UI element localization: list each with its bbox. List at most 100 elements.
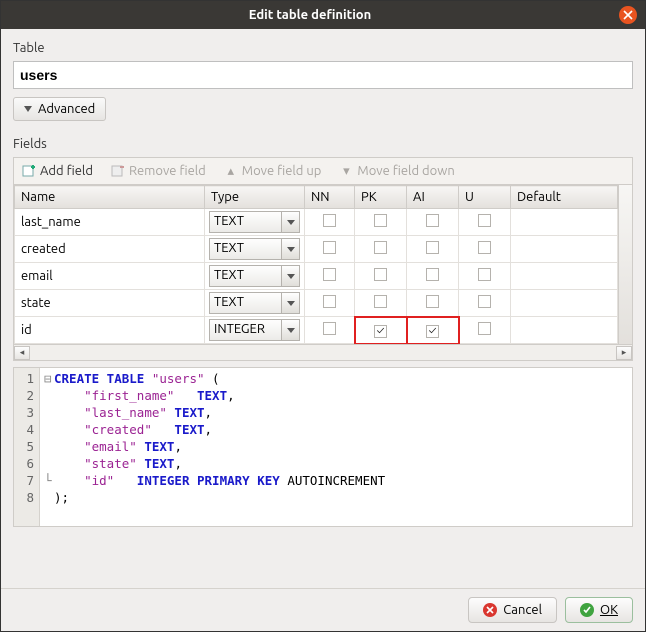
- cancel-label: Cancel: [503, 603, 542, 617]
- col-pk[interactable]: PK: [355, 186, 407, 209]
- col-name[interactable]: Name: [15, 186, 205, 209]
- triangle-down-icon: ▾: [339, 164, 353, 178]
- type-dropdown[interactable]: [282, 265, 300, 287]
- type-value[interactable]: TEXT: [209, 238, 282, 260]
- nn-cell[interactable]: [305, 209, 355, 236]
- type-dropdown[interactable]: [282, 319, 300, 341]
- pk-cell[interactable]: [355, 263, 407, 290]
- default-cell[interactable]: [511, 236, 618, 263]
- checkbox[interactable]: [478, 214, 491, 227]
- scroll-left-icon[interactable]: ◂: [14, 346, 30, 360]
- field-type-cell[interactable]: TEXT: [205, 263, 305, 290]
- table-row[interactable]: emailTEXT: [15, 263, 618, 290]
- ai-cell[interactable]: [407, 317, 459, 344]
- default-cell[interactable]: [511, 290, 618, 317]
- col-ai[interactable]: AI: [407, 186, 459, 209]
- field-type-cell[interactable]: TEXT: [205, 236, 305, 263]
- field-name-cell[interactable]: email: [15, 263, 205, 290]
- checkbox[interactable]: [374, 241, 387, 254]
- table-label: Table: [13, 41, 633, 55]
- vertical-scrollbar[interactable]: [618, 185, 632, 344]
- field-name-cell[interactable]: state: [15, 290, 205, 317]
- checkbox[interactable]: [374, 214, 387, 227]
- pk-cell[interactable]: [355, 317, 407, 344]
- field-name-cell[interactable]: last_name: [15, 209, 205, 236]
- close-button[interactable]: [619, 6, 637, 24]
- fields-grid: Name Type NN PK AI U Default last_nameTE…: [13, 185, 633, 345]
- nn-cell[interactable]: [305, 317, 355, 344]
- remove-field-button[interactable]: Remove field: [111, 164, 206, 178]
- type-value[interactable]: TEXT: [209, 211, 282, 233]
- type-dropdown[interactable]: [282, 238, 300, 260]
- checkbox[interactable]: [374, 268, 387, 281]
- checkbox[interactable]: [426, 241, 439, 254]
- type-value[interactable]: INTEGER: [209, 319, 282, 341]
- col-default[interactable]: Default: [511, 186, 618, 209]
- dialog-footer: Cancel OK: [1, 588, 645, 631]
- type-value[interactable]: TEXT: [209, 265, 282, 287]
- advanced-button[interactable]: Advanced: [13, 97, 106, 121]
- ai-cell[interactable]: [407, 209, 459, 236]
- pk-cell[interactable]: [355, 209, 407, 236]
- checkbox[interactable]: [426, 268, 439, 281]
- checkbox[interactable]: [374, 295, 387, 308]
- table-row[interactable]: stateTEXT: [15, 290, 618, 317]
- checkbox[interactable]: [323, 214, 336, 227]
- checkbox[interactable]: [323, 241, 336, 254]
- move-down-label: Move field down: [357, 164, 454, 178]
- table-row[interactable]: createdTEXT: [15, 236, 618, 263]
- col-type[interactable]: Type: [205, 186, 305, 209]
- u-cell[interactable]: [459, 290, 511, 317]
- scroll-right-icon[interactable]: ▸: [616, 346, 632, 360]
- checkbox[interactable]: [426, 295, 439, 308]
- field-type-cell[interactable]: TEXT: [205, 290, 305, 317]
- nn-cell[interactable]: [305, 290, 355, 317]
- col-u[interactable]: U: [459, 186, 511, 209]
- pk-cell[interactable]: [355, 290, 407, 317]
- nn-cell[interactable]: [305, 263, 355, 290]
- u-cell[interactable]: [459, 209, 511, 236]
- sql-gutter: 12345678: [14, 368, 40, 526]
- sql-code[interactable]: ⊟CREATE TABLE "users" ( "first_name" TEX…: [40, 368, 389, 526]
- u-cell[interactable]: [459, 263, 511, 290]
- horizontal-scrollbar[interactable]: ◂ ▸: [13, 345, 633, 361]
- checkbox[interactable]: [478, 241, 491, 254]
- table-row[interactable]: idINTEGER: [15, 317, 618, 344]
- field-type-cell[interactable]: TEXT: [205, 209, 305, 236]
- checkbox[interactable]: [323, 322, 336, 335]
- u-cell[interactable]: [459, 317, 511, 344]
- type-value[interactable]: TEXT: [209, 292, 282, 314]
- checkbox[interactable]: [426, 214, 439, 227]
- table-row[interactable]: last_nameTEXT: [15, 209, 618, 236]
- type-dropdown[interactable]: [282, 211, 300, 233]
- checkbox[interactable]: [374, 325, 387, 338]
- move-up-button[interactable]: ▴ Move field up: [224, 164, 322, 178]
- ai-cell[interactable]: [407, 263, 459, 290]
- cancel-button[interactable]: Cancel: [468, 597, 557, 623]
- field-type-cell[interactable]: INTEGER: [205, 317, 305, 344]
- default-cell[interactable]: [511, 317, 618, 344]
- checkbox[interactable]: [323, 295, 336, 308]
- field-name-cell[interactable]: created: [15, 236, 205, 263]
- nn-cell[interactable]: [305, 236, 355, 263]
- pk-cell[interactable]: [355, 236, 407, 263]
- chevron-down-icon: [287, 301, 295, 306]
- col-nn[interactable]: NN: [305, 186, 355, 209]
- checkbox[interactable]: [478, 268, 491, 281]
- type-dropdown[interactable]: [282, 292, 300, 314]
- checkbox[interactable]: [426, 325, 439, 338]
- ok-button[interactable]: OK: [565, 597, 633, 623]
- checkbox[interactable]: [323, 268, 336, 281]
- scroll-track[interactable]: [30, 346, 616, 360]
- table-name-input[interactable]: [13, 61, 633, 89]
- ai-cell[interactable]: [407, 236, 459, 263]
- ai-cell[interactable]: [407, 290, 459, 317]
- default-cell[interactable]: [511, 209, 618, 236]
- default-cell[interactable]: [511, 263, 618, 290]
- checkbox[interactable]: [478, 295, 491, 308]
- checkbox[interactable]: [478, 322, 491, 335]
- move-down-button[interactable]: ▾ Move field down: [339, 164, 454, 178]
- field-name-cell[interactable]: id: [15, 317, 205, 344]
- u-cell[interactable]: [459, 236, 511, 263]
- add-field-button[interactable]: Add field: [22, 164, 93, 178]
